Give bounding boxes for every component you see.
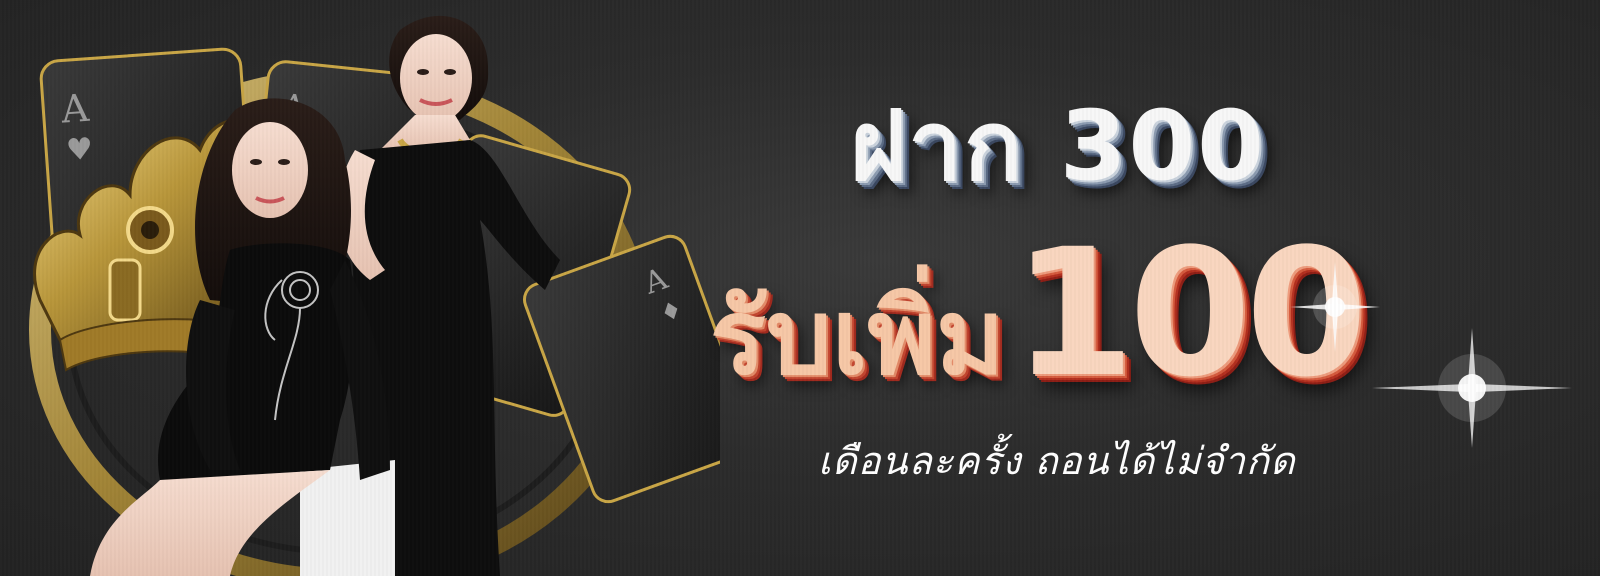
deposit-amount-text: ฝาก 300	[850, 90, 1267, 202]
bonus-line: รับเพิ่ม100	[710, 211, 1368, 416]
promo-banner: A ♥ A ♠ A ♣ A ♦	[0, 0, 1600, 576]
bonus-receive-label: รับเพิ่ม	[710, 276, 1005, 399]
casino-hero-illustration: A ♥ A ♠ A ♣ A ♦	[29, 15, 720, 576]
bonus-amount-text: 100	[1012, 211, 1368, 416]
promo-conditions-text: เดือนละครั้ง ถอนได้ไม่จำกัด	[818, 439, 1296, 483]
promo-headline: ฝาก 300 รับเพิ่ม100 เดือนละครั้ง ถอนได้ไ…	[700, 0, 1580, 576]
svg-text:♥: ♥	[65, 132, 94, 169]
svg-text:A: A	[59, 86, 91, 132]
